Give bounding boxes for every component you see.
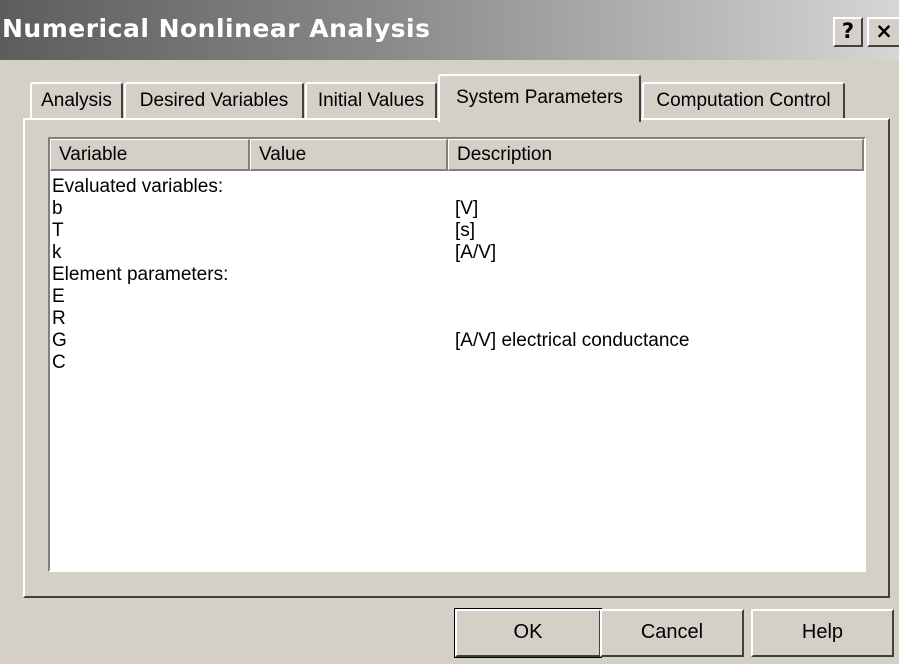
tab-analysis[interactable]: Analysis — [30, 82, 123, 119]
list-item[interactable]: Element parameters: — [50, 264, 864, 286]
cell-variable: C — [52, 352, 66, 373]
cell-variable: Element parameters: — [52, 264, 229, 285]
cell-description: [s] — [455, 220, 476, 241]
cell-variable: T — [52, 220, 64, 241]
cell-variable: G — [52, 330, 67, 351]
column-header-value[interactable]: Value — [250, 139, 448, 171]
list-item[interactable]: b [V] — [50, 198, 864, 220]
cell-variable: E — [52, 286, 65, 307]
column-header-description[interactable]: Description — [448, 139, 864, 171]
list-item[interactable]: T [s] — [50, 220, 864, 242]
cell-description: [A/V] — [455, 242, 497, 263]
window-title: Numerical Nonlinear Analysis — [2, 14, 431, 43]
help-icon[interactable]: ? — [833, 17, 863, 47]
cell-variable: k — [52, 242, 62, 263]
cell-description: [A/V] electrical conductance — [455, 330, 690, 351]
cell-variable: Evaluated variables: — [52, 176, 224, 197]
cell-variable: R — [52, 308, 66, 329]
list-item[interactable]: k [A/V] — [50, 242, 864, 264]
ok-button[interactable]: OK — [454, 608, 602, 658]
column-header-variable[interactable]: Variable — [50, 139, 250, 171]
cell-variable: b — [52, 198, 63, 219]
tab-computation-control[interactable]: Computation Control — [642, 82, 845, 119]
close-icon[interactable]: × — [867, 17, 899, 47]
cancel-button[interactable]: Cancel — [600, 609, 744, 657]
list-item[interactable]: E — [50, 286, 864, 308]
cell-description: [V] — [455, 198, 479, 219]
parameters-list[interactable]: Variable Value Description Evaluated var… — [48, 137, 866, 572]
list-item[interactable]: G [A/V] electrical conductance — [50, 330, 864, 352]
list-item[interactable]: R — [50, 308, 864, 330]
dialog-window: Numerical Nonlinear Analysis ? × Analysi… — [0, 0, 899, 664]
list-item[interactable]: Evaluated variables: — [50, 176, 864, 198]
tab-desired-variables[interactable]: Desired Variables — [124, 82, 304, 119]
list-header: Variable Value Description — [50, 139, 864, 171]
tab-system-parameters[interactable]: System Parameters — [438, 74, 641, 122]
tab-initial-values[interactable]: Initial Values — [305, 82, 437, 119]
help-button[interactable]: Help — [751, 609, 894, 657]
list-item[interactable]: C — [50, 352, 864, 374]
title-bar[interactable]: Numerical Nonlinear Analysis ? × — [0, 0, 899, 60]
